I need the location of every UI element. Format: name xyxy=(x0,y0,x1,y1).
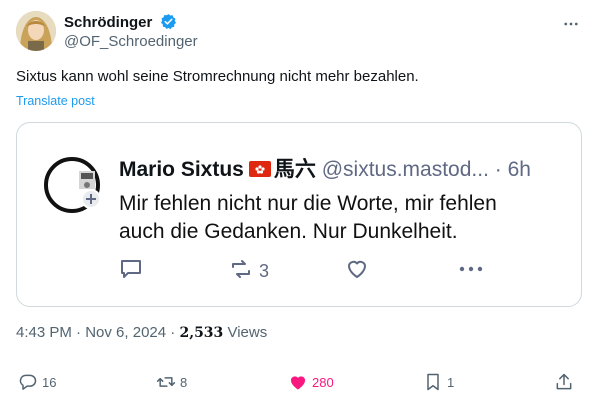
mastodon-boost-count: 3 xyxy=(259,261,270,281)
views-label: Views xyxy=(227,324,268,341)
mastodon-boost-icon xyxy=(229,257,253,286)
verified-badge-icon xyxy=(160,13,177,30)
action-bar: 16 8 280 1 xyxy=(16,370,582,394)
avatar[interactable] xyxy=(16,11,56,51)
author-handle[interactable]: @OF_Schroedinger xyxy=(64,32,198,52)
tweet-meta: 4:43 PM · Nov 6, 2024 · 2,533 Views xyxy=(16,323,267,343)
mastodon-name: Mario Sixtus xyxy=(119,158,244,181)
mastodon-handle: @sixtus.mastod... xyxy=(321,158,489,181)
mastodon-boost: 3 xyxy=(229,257,269,286)
mastodon-reply-icon xyxy=(119,257,143,281)
post-date[interactable]: Nov 6, 2024 xyxy=(85,324,166,341)
repost-count: 8 xyxy=(180,374,188,390)
mastodon-body: Mir fehlen nicht nur die Worte, mir fehl… xyxy=(119,192,497,243)
mastodon-favourite-icon xyxy=(345,257,369,281)
share-icon xyxy=(556,373,572,390)
like-button[interactable]: 280 xyxy=(288,370,334,394)
mastodon-header: Mario Sixtus 馬六 @sixtus.mastod... · 6h xyxy=(119,156,531,184)
author-names: Schrödinger @OF_Schroedinger xyxy=(64,13,198,52)
heart-icon xyxy=(290,376,306,390)
post-time[interactable]: 4:43 PM xyxy=(16,324,72,341)
meta-separator: · xyxy=(76,324,82,341)
bookmark-count: 1 xyxy=(447,374,455,390)
reply-icon xyxy=(19,374,37,390)
like-count: 280 xyxy=(312,374,334,390)
share-button[interactable] xyxy=(554,370,574,394)
reply-button[interactable]: 16 xyxy=(18,370,56,394)
translate-post-link[interactable]: Translate post xyxy=(16,94,95,108)
display-name[interactable]: Schrödinger xyxy=(64,13,152,32)
mastodon-actions: 3 xyxy=(119,257,483,281)
more-options-icon[interactable] xyxy=(560,13,582,35)
bookmark-button[interactable]: 1 xyxy=(423,370,454,394)
repost-button[interactable]: 8 xyxy=(156,370,187,394)
mastodon-post: Mario Sixtus 馬六 @sixtus.mastod... · 6h Mi… xyxy=(44,153,539,288)
mastodon-more-icon xyxy=(457,257,485,281)
tweet-text: Sixtus kann wohl seine Stromrechnung nic… xyxy=(16,68,419,85)
hong-kong-flag-icon xyxy=(248,161,271,177)
mastodon-cjk-name: 馬六 xyxy=(273,158,316,181)
bookmark-icon xyxy=(427,373,439,391)
repost-icon xyxy=(156,377,176,387)
mastodon-avatar xyxy=(44,157,101,213)
quoted-image[interactable]: Mario Sixtus 馬六 @sixtus.mastod... · 6h Mi… xyxy=(16,122,582,307)
mastodon-time: 6h xyxy=(507,158,531,181)
meta-separator: · xyxy=(170,324,176,341)
reply-count: 16 xyxy=(42,374,57,390)
mastodon-separator: · xyxy=(494,158,502,181)
views-count: 2,533 xyxy=(179,325,224,341)
tweet-header: Schrödinger @OF_Schroedinger xyxy=(16,11,582,55)
